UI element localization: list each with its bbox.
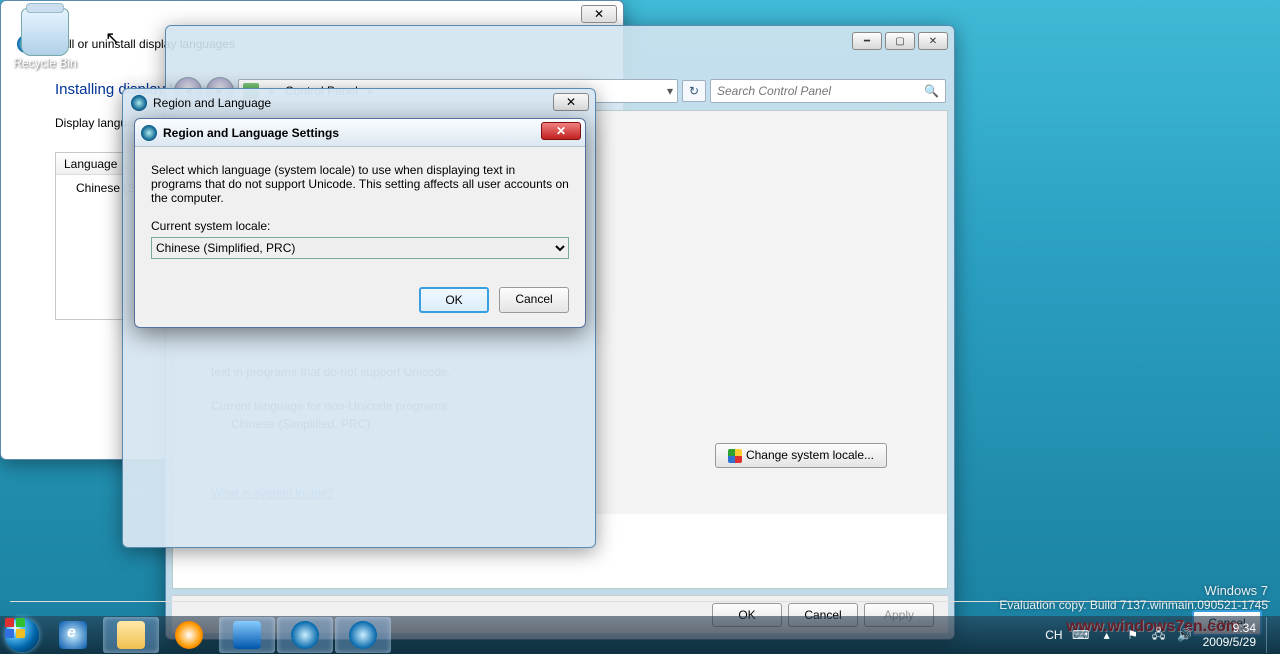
volume-icon[interactable]: 🔊 [1177,627,1193,643]
ie-icon [59,621,87,649]
taskbar: CH ⌨ ▴ ⚑ 🖧 🔊 9:34 2009/5/29 [0,616,1280,654]
maximize-button[interactable]: ▢ [885,32,915,50]
clock[interactable]: 9:34 2009/5/29 [1203,621,1256,650]
globe-icon [131,95,147,111]
action-center-icon[interactable]: ⚑ [1125,627,1141,643]
globe-icon [141,125,157,141]
ok-button[interactable]: OK [419,287,489,313]
keyboard-icon[interactable]: ⌨ [1073,627,1089,643]
settings-title: Region and Language Settings [163,126,339,140]
taskbar-region-language[interactable] [277,617,333,653]
shield-icon [728,449,742,463]
cancel-button[interactable]: Cancel [499,287,569,313]
taskbar-install-languages[interactable] [335,617,391,653]
change-system-locale-button[interactable]: Change system locale... [715,443,887,468]
search-input[interactable] [717,84,924,98]
refresh-button[interactable]: ↻ [682,80,706,102]
locale-label: Current system locale: [151,219,569,233]
region-language-settings-dialog: Region and Language Settings ✕ Select wh… [134,118,586,328]
minimize-button[interactable]: ━ [852,32,882,50]
show-desktop-button[interactable] [1266,617,1274,653]
close-button[interactable]: ✕ [541,122,581,140]
close-button[interactable]: ✕ [918,32,948,50]
region-title: Region and Language [153,96,271,110]
wmp-icon [175,621,203,649]
cursor-icon: ↖ [105,28,120,49]
settings-description: Select which language (system locale) to… [151,163,569,205]
close-button[interactable]: ✕ [581,5,617,23]
control-panel-icon [233,621,261,649]
search-box[interactable]: 🔍 [710,79,946,103]
taskbar-media-player[interactable] [161,617,217,653]
locale-select[interactable]: Chinese (Simplified, PRC) [151,237,569,259]
folder-icon [117,621,145,649]
windows-watermark: Windows 7 Evaluation copy. Build 7137.wi… [999,583,1268,612]
globe-icon [349,621,377,649]
close-button[interactable]: ✕ [553,93,589,111]
address-dropdown[interactable]: ▾ [667,84,673,98]
taskbar-control-panel[interactable] [219,617,275,653]
taskbar-explorer[interactable] [103,617,159,653]
system-tray: CH ⌨ ▴ ⚑ 🖧 🔊 9:34 2009/5/29 [1045,617,1280,653]
network-icon[interactable]: 🖧 [1151,627,1167,643]
ime-indicator[interactable]: CH [1045,628,1062,642]
tray-up-icon[interactable]: ▴ [1099,627,1115,643]
globe-icon [291,621,319,649]
start-button[interactable] [0,616,44,654]
recycle-bin-label: Recycle Bin [10,56,80,70]
taskbar-ie[interactable] [45,617,101,653]
search-icon: 🔍 [924,84,939,98]
